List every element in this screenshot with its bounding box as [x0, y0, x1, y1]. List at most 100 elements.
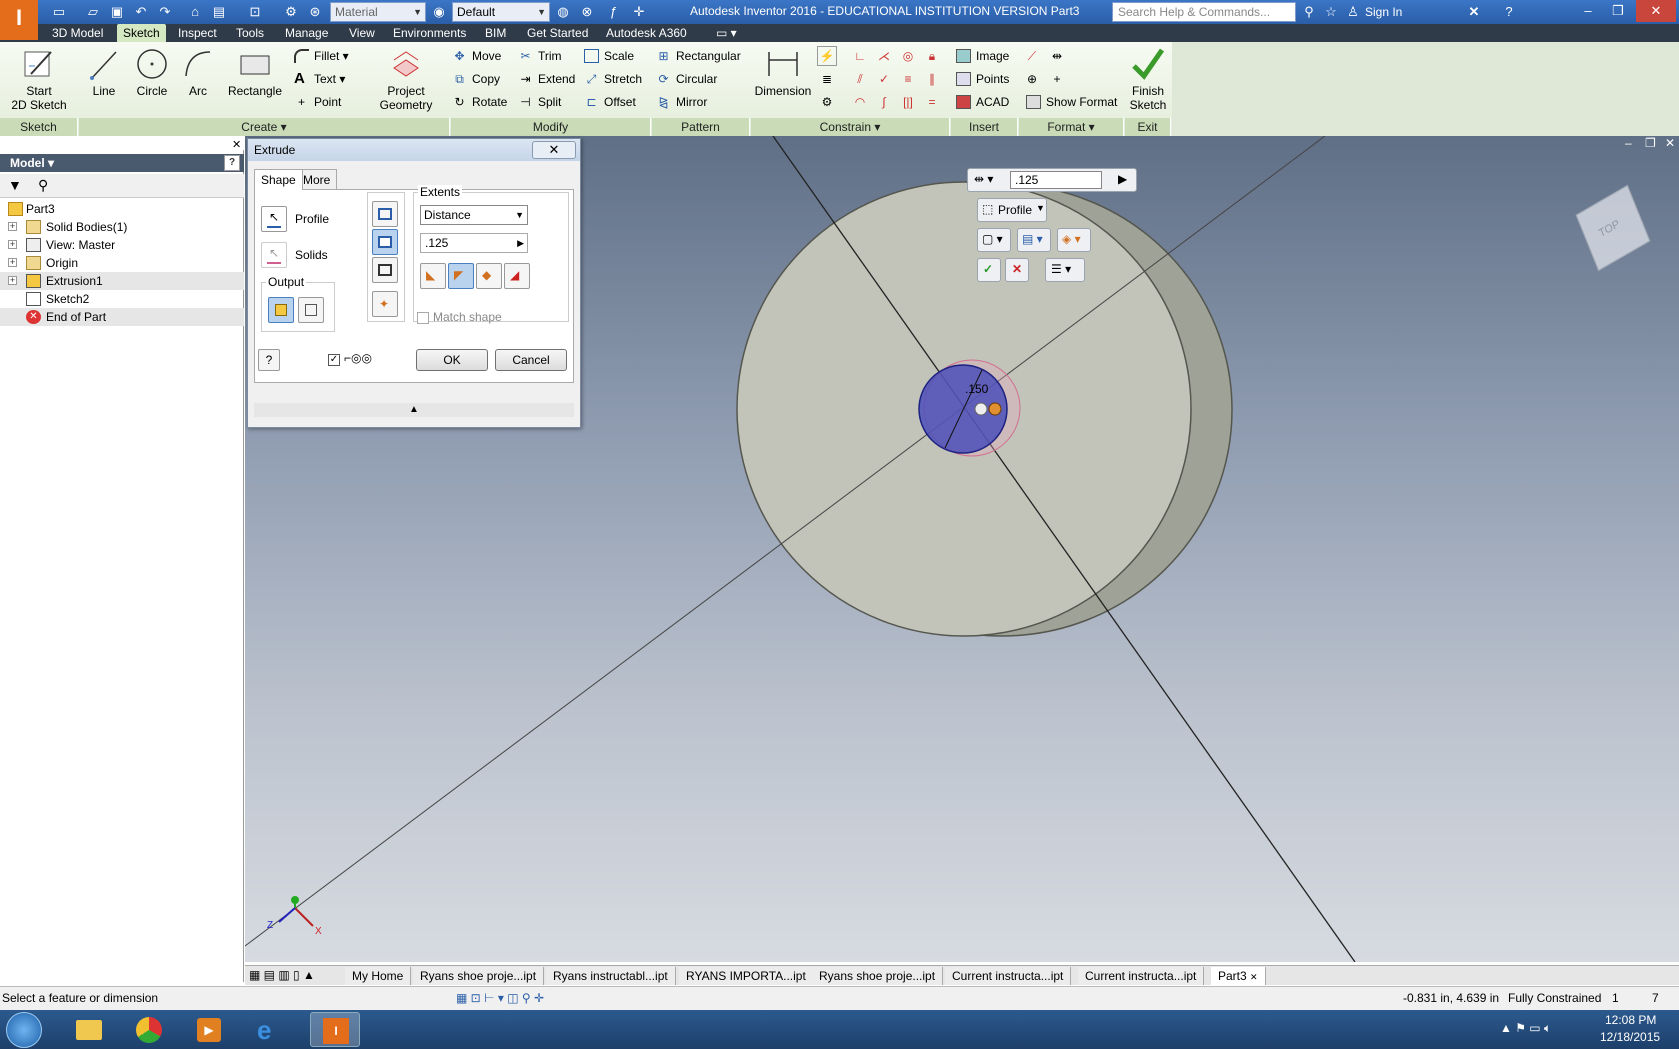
output-solid-button[interactable]	[268, 297, 294, 323]
arrow-right-icon[interactable]: ▶	[517, 234, 524, 252]
mini-direction-button[interactable]: ▤ ▾	[1017, 228, 1051, 252]
parallel-icon[interactable]: ⫽	[850, 69, 870, 89]
dialog-titlebar[interactable]: Extrude ✕	[248, 139, 580, 161]
doc-tab-3[interactable]: RYANS IMPORTA...ipt	[679, 967, 814, 985]
mini-profile-button[interactable]: ⬚ Profile ▼	[977, 198, 1047, 222]
mini-distance-arrow-icon[interactable]: ▶	[1118, 172, 1127, 186]
split-button[interactable]: ⊣ Split	[516, 92, 561, 112]
sign-in-link[interactable]: Sign In	[1365, 5, 1402, 19]
viewport-minimize-icon[interactable]: –	[1625, 136, 1632, 150]
tab-bim[interactable]: BIM	[479, 24, 512, 42]
browser-help-icon[interactable]: ?	[224, 155, 240, 171]
profile-select-button[interactable]: ↖	[261, 206, 287, 232]
panel-constrain-label[interactable]: Constrain ▾	[751, 118, 950, 136]
tangent-icon[interactable]: ◠	[850, 92, 870, 112]
collinear-icon[interactable]: ⋌	[874, 46, 894, 66]
doc-tab-my-home[interactable]: My Home	[345, 967, 412, 985]
line-button[interactable]: Line	[84, 46, 124, 98]
ribbon-options-icon[interactable]: ▭ ▾	[710, 24, 743, 42]
tree-item-end-of-part[interactable]: ✕ End of Part	[0, 308, 244, 326]
close-tab-icon[interactable]: ✕	[1250, 972, 1258, 982]
binoculars-icon[interactable]: ⚲	[1300, 3, 1318, 21]
fx-icon[interactable]: ƒ	[604, 3, 622, 21]
clear-icon[interactable]: ⊗	[578, 3, 596, 21]
doc-tab-5[interactable]: Current instructa...ipt	[945, 967, 1072, 985]
circle-button[interactable]: Circle	[130, 46, 174, 98]
mini-distance-input[interactable]: .125	[1010, 171, 1102, 189]
material-combo[interactable]: Material ▼	[330, 2, 426, 22]
tree-item-sketch2[interactable]: Sketch2	[0, 290, 244, 308]
help-icon[interactable]: ?	[1500, 3, 1518, 21]
tree-item-view-master[interactable]: + View: Master	[0, 236, 244, 254]
redo-icon[interactable]: ↷	[156, 3, 174, 21]
project-geometry-button[interactable]: Project Geometry	[372, 46, 440, 112]
tab-sketch[interactable]: Sketch	[117, 24, 166, 42]
direction-flipped-button[interactable]: ◤	[448, 263, 474, 289]
show-constraints-icon[interactable]: ≣	[817, 69, 837, 89]
dimension-value[interactable]: .150	[965, 382, 988, 396]
tab-autodesk-a360[interactable]: Autodesk A360	[600, 24, 693, 42]
smooth-icon[interactable]: ∫	[874, 92, 894, 112]
vertical-icon[interactable]: ∥	[922, 69, 942, 89]
scale-button[interactable]: Scale	[582, 46, 634, 66]
viewport-close-icon[interactable]: ✕	[1665, 136, 1675, 150]
copy-button[interactable]: ⧉ Copy	[450, 69, 500, 89]
start-2d-sketch-button[interactable]: Start 2D Sketch	[6, 46, 72, 112]
point-button[interactable]: + Point	[292, 92, 341, 112]
exchange-icon[interactable]: ✕	[1465, 3, 1483, 21]
construction-icon[interactable]: ⟋	[1022, 46, 1042, 66]
doc-tab-1[interactable]: Ryans shoe proje...ipt	[413, 967, 545, 985]
taskbar-media[interactable]: ▶	[184, 1012, 234, 1047]
fix-icon[interactable]: 🔒︎	[922, 46, 942, 66]
offset-button[interactable]: ⊏ Offset	[582, 92, 635, 112]
panel-create-label[interactable]: Create ▾	[79, 118, 450, 136]
move-button[interactable]: ✥ Move	[450, 46, 501, 66]
show-format-button[interactable]: Show Format	[1024, 92, 1117, 112]
taskbar-chrome[interactable]	[124, 1012, 174, 1047]
cancel-button[interactable]: Cancel	[495, 349, 567, 371]
equal-icon[interactable]: =	[922, 92, 942, 112]
constraint-settings-icon[interactable]: ⚙	[817, 92, 837, 112]
clock-time[interactable]: 12:08 PM	[1605, 1013, 1656, 1027]
intersect-button[interactable]	[372, 257, 398, 283]
acad-button[interactable]: ACAD	[954, 92, 1009, 112]
mirror-button[interactable]: ⧎ Mirror	[654, 92, 707, 112]
doc-tab-part3[interactable]: Part3 ✕	[1211, 967, 1266, 985]
points-button[interactable]: Points	[954, 69, 1009, 89]
rectangle-button[interactable]: Rectangle	[224, 46, 286, 98]
mini-ok-button[interactable]: ✓	[977, 258, 1001, 282]
center-point-icon[interactable]: +	[1047, 69, 1067, 89]
match-shape-checkbox[interactable]	[417, 312, 429, 324]
circular-pattern-button[interactable]: ⟳ Circular	[654, 69, 717, 89]
fillet-button[interactable]: Fillet ▾	[292, 46, 349, 66]
appearance-combo[interactable]: Default ▼	[452, 2, 550, 22]
taskbar-inventor[interactable]: I	[310, 1012, 360, 1047]
coincident-icon[interactable]: ∟	[850, 46, 870, 66]
output-surface-button[interactable]	[298, 297, 324, 323]
distance-input[interactable]: .125 ▶	[420, 233, 528, 253]
ok-button[interactable]: OK	[416, 349, 488, 371]
preview-checkbox[interactable]: ✓	[328, 354, 340, 366]
expand-icon[interactable]: +	[8, 222, 17, 231]
find-icon[interactable]: ⚲	[38, 177, 48, 194]
tree-item-origin[interactable]: + Origin	[0, 254, 244, 272]
stretch-button[interactable]: ⤢ Stretch	[582, 69, 642, 89]
save-icon[interactable]: ▣	[108, 3, 126, 21]
grip-point[interactable]	[988, 402, 1002, 416]
mini-options-button[interactable]: ☰ ▾	[1045, 258, 1085, 282]
start-button[interactable]	[6, 1012, 42, 1048]
tab-3d-model[interactable]: 3D Model	[46, 24, 109, 42]
tile-icons[interactable]: ▦ ▤ ▥ ▯ ▲	[249, 968, 315, 982]
concentric-icon[interactable]: ◎	[898, 46, 918, 66]
taskbar-ie[interactable]: e	[244, 1012, 294, 1047]
undo-icon[interactable]: ↶	[132, 3, 150, 21]
filter-icon[interactable]: ▼	[8, 177, 22, 193]
image-button[interactable]: Image	[954, 46, 1009, 66]
centerline-icon[interactable]: ⊕	[1022, 69, 1042, 89]
expand-icon[interactable]: +	[8, 258, 17, 267]
dialog-collapse-button[interactable]: ▲	[254, 403, 574, 417]
taskbar-explorer[interactable]	[64, 1012, 114, 1047]
dimension-button[interactable]: Dimension	[752, 46, 814, 98]
direction-asymmetric-button[interactable]: ◢	[504, 263, 530, 289]
mini-cancel-button[interactable]: ✕	[1005, 258, 1029, 282]
